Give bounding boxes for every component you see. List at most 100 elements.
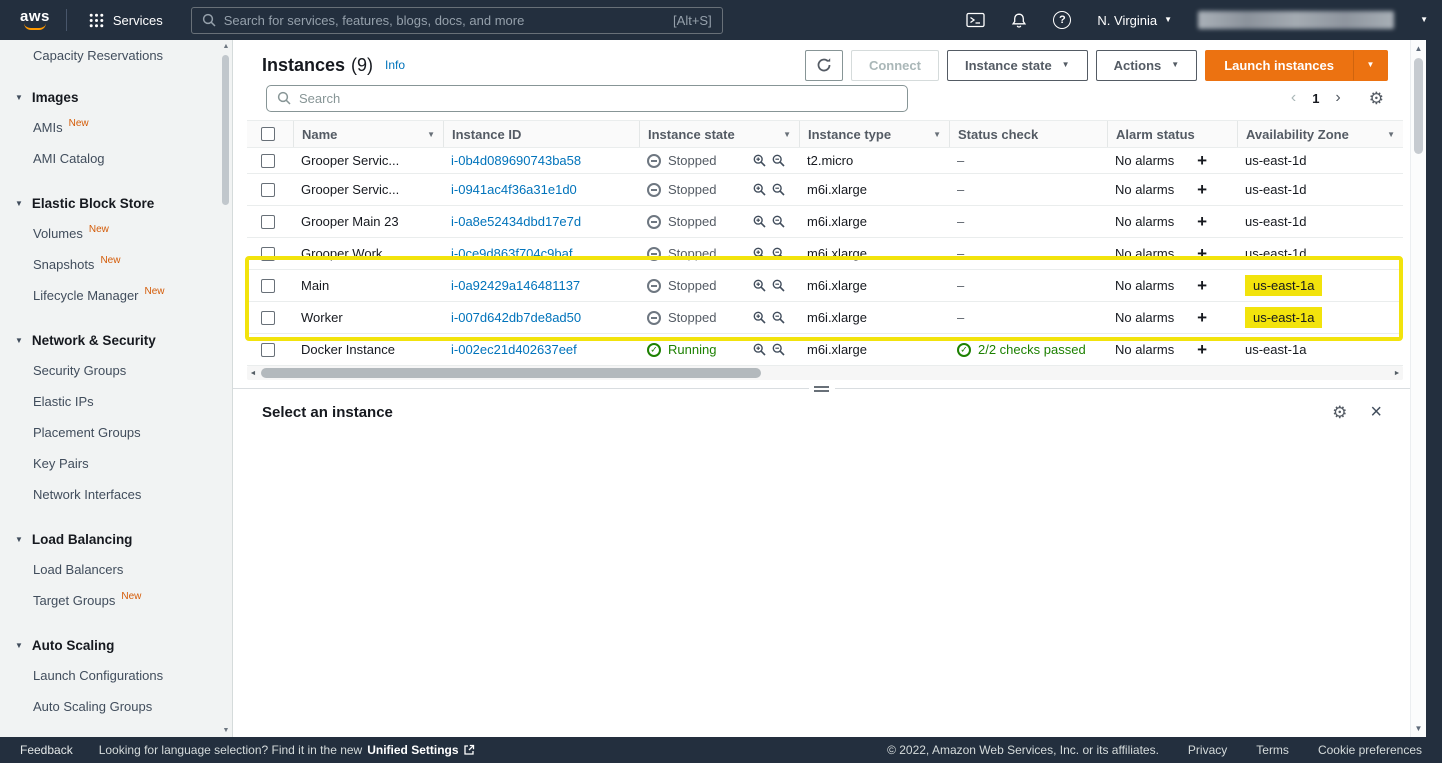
row-checkbox[interactable] xyxy=(261,310,275,325)
global-search[interactable]: [Alt+S] xyxy=(190,6,723,34)
sidebar-item-launch-configurations[interactable]: Launch Configurations xyxy=(0,660,232,691)
instance-id-link[interactable]: i-0a8e52434dbd17e7d xyxy=(451,214,581,229)
scroll-down-icon[interactable]: ▼ xyxy=(221,727,231,734)
add-alarm-button[interactable]: + xyxy=(1197,213,1207,230)
zoom-in-filter-icon[interactable] xyxy=(753,183,766,196)
filter-caret-icon[interactable]: ▼ xyxy=(775,130,791,139)
column-header-availability-zone[interactable]: Availability Zone ▼ xyxy=(1237,121,1403,147)
scroll-right-icon[interactable]: ► xyxy=(1391,366,1403,380)
instance-id-link[interactable]: i-007d642db7de8ad50 xyxy=(451,310,581,325)
zoom-in-filter-icon[interactable] xyxy=(753,215,766,228)
panel-close-icon[interactable]: × xyxy=(1370,402,1382,422)
column-header-alarm-status[interactable]: Alarm status xyxy=(1107,121,1237,147)
terms-link[interactable]: Terms xyxy=(1256,743,1289,757)
row-checkbox[interactable] xyxy=(261,153,275,168)
sidebar-item-key-pairs[interactable]: Key Pairs xyxy=(0,448,232,479)
account-menu-redacted[interactable] xyxy=(1198,11,1395,29)
row-checkbox[interactable] xyxy=(261,246,275,261)
table-row[interactable]: Grooper Servic... i-0941ac4f36a31e1d0 St… xyxy=(247,174,1403,206)
sidebar-section-elastic-block-store[interactable]: ▼ Elastic Block Store xyxy=(0,188,232,218)
scroll-up-icon[interactable]: ▲ xyxy=(221,43,231,50)
scroll-left-icon[interactable]: ◄ xyxy=(247,366,259,380)
instance-id-link[interactable]: i-0941ac4f36a31e1d0 xyxy=(451,182,577,197)
sidebar-scrollbar-thumb[interactable] xyxy=(222,55,229,205)
sidebar-section-images[interactable]: ▼ Images xyxy=(0,82,232,112)
region-selector[interactable]: N. Virginia ▼ xyxy=(1097,13,1172,28)
column-header-instance-state[interactable]: Instance state ▼ xyxy=(639,121,799,147)
launch-instances-button[interactable]: Launch instances xyxy=(1205,49,1353,81)
sidebar-item-volumes[interactable]: Volumes New xyxy=(0,218,232,249)
column-header-status-check[interactable]: Status check xyxy=(949,121,1107,147)
sidebar-item-target-groups[interactable]: Target Groups New xyxy=(0,585,232,616)
account-chevron-down-icon[interactable]: ▼ xyxy=(1420,16,1428,24)
column-header-name[interactable]: Name ▼ xyxy=(293,121,443,147)
table-row[interactable]: Grooper Main 23 i-0a8e52434dbd17e7d Stop… xyxy=(247,206,1403,238)
sidebar-item-placement-groups[interactable]: Placement Groups xyxy=(0,417,232,448)
instances-filter-input[interactable] xyxy=(299,90,897,106)
panel-settings-gear-icon[interactable]: ⚙ xyxy=(1332,404,1347,421)
column-header-instance-type[interactable]: Instance type ▼ xyxy=(799,121,949,147)
sidebar-item-auto-scaling-groups[interactable]: Auto Scaling Groups xyxy=(0,691,232,722)
row-checkbox[interactable] xyxy=(261,278,275,293)
cloudshell-icon[interactable] xyxy=(966,12,986,28)
row-checkbox[interactable] xyxy=(261,342,275,357)
table-settings-gear-icon[interactable]: ⚙ xyxy=(1369,90,1384,107)
add-alarm-button[interactable]: + xyxy=(1197,181,1207,198)
instance-id-link[interactable]: i-0a92429a146481137 xyxy=(451,278,580,293)
help-icon[interactable]: ? xyxy=(1053,11,1072,29)
add-alarm-button[interactable]: + xyxy=(1197,309,1207,326)
refresh-button[interactable] xyxy=(804,49,843,81)
filter-caret-icon[interactable]: ▼ xyxy=(1379,130,1395,139)
sidebar-item-ami-catalog[interactable]: AMI Catalog xyxy=(0,143,232,174)
table-row[interactable]: Grooper Servic... i-0b4d089690743ba58 St… xyxy=(247,148,1403,174)
global-search-input[interactable] xyxy=(223,12,666,28)
next-page-icon[interactable]: › xyxy=(1335,90,1340,106)
scroll-up-icon[interactable]: ▲ xyxy=(1411,44,1426,53)
zoom-in-filter-icon[interactable] xyxy=(753,154,766,167)
instance-id-link[interactable]: i-0ce9d863f704c9baf xyxy=(451,246,572,261)
launch-instances-menu-button[interactable]: ▼ xyxy=(1353,49,1388,81)
add-alarm-button[interactable]: + xyxy=(1197,341,1207,358)
cookie-preferences-link[interactable]: Cookie preferences xyxy=(1318,743,1422,757)
sidebar-item-snapshots[interactable]: Snapshots New xyxy=(0,249,232,280)
vertical-scrollbar-thumb[interactable] xyxy=(1414,58,1423,154)
select-all-checkbox[interactable] xyxy=(261,127,275,141)
sidebar-item-load-balancers[interactable]: Load Balancers xyxy=(0,554,232,585)
zoom-out-filter-icon[interactable] xyxy=(772,215,785,228)
connect-button[interactable]: Connect xyxy=(850,49,939,81)
instance-state-dropdown[interactable]: Instance state ▼ xyxy=(946,49,1088,81)
sidebar-section-load-balancing[interactable]: ▼ Load Balancing xyxy=(0,524,232,554)
sidebar-item-security-groups[interactable]: Security Groups xyxy=(0,355,232,386)
info-link[interactable]: Info xyxy=(385,58,405,72)
current-page[interactable]: 1 xyxy=(1312,91,1319,106)
sidebar-section-auto-scaling[interactable]: ▼ Auto Scaling xyxy=(0,630,232,660)
table-row[interactable]: Worker i-007d642db7de8ad50 Stopped m6i.x… xyxy=(247,302,1403,334)
zoom-out-filter-icon[interactable] xyxy=(772,247,785,260)
table-row[interactable]: Main i-0a92429a146481137 Stopped m6i.xla… xyxy=(247,270,1403,302)
actions-dropdown[interactable]: Actions ▼ xyxy=(1095,49,1198,81)
split-panel-drag-handle[interactable] xyxy=(808,383,835,394)
add-alarm-button[interactable]: + xyxy=(1197,245,1207,262)
aws-logo[interactable]: aws xyxy=(20,9,50,30)
horizontal-scrollbar-thumb[interactable] xyxy=(261,368,761,378)
sidebar-item-lifecycle-manager[interactable]: Lifecycle Manager New xyxy=(0,280,232,311)
sidebar-item-network-interfaces[interactable]: Network Interfaces xyxy=(0,479,232,510)
zoom-out-filter-icon[interactable] xyxy=(772,343,785,356)
add-alarm-button[interactable]: + xyxy=(1197,152,1207,169)
sidebar-item-elastic-ips[interactable]: Elastic IPs xyxy=(0,386,232,417)
notifications-bell-icon[interactable] xyxy=(1011,12,1027,29)
zoom-out-filter-icon[interactable] xyxy=(772,279,785,292)
services-menu[interactable]: Services xyxy=(77,0,175,40)
previous-page-icon[interactable]: ‹ xyxy=(1291,90,1296,106)
add-alarm-button[interactable]: + xyxy=(1197,277,1207,294)
column-header-instance-id[interactable]: Instance ID xyxy=(443,121,639,147)
zoom-out-filter-icon[interactable] xyxy=(772,154,785,167)
zoom-out-filter-icon[interactable] xyxy=(772,311,785,324)
instance-id-link[interactable]: i-0b4d089690743ba58 xyxy=(451,153,581,168)
zoom-in-filter-icon[interactable] xyxy=(753,311,766,324)
row-checkbox[interactable] xyxy=(261,182,275,197)
privacy-link[interactable]: Privacy xyxy=(1188,743,1227,757)
instance-id-link[interactable]: i-002ec21d402637eef xyxy=(451,342,577,357)
zoom-in-filter-icon[interactable] xyxy=(753,343,766,356)
sidebar-item-amis[interactable]: AMIs New xyxy=(0,112,232,143)
